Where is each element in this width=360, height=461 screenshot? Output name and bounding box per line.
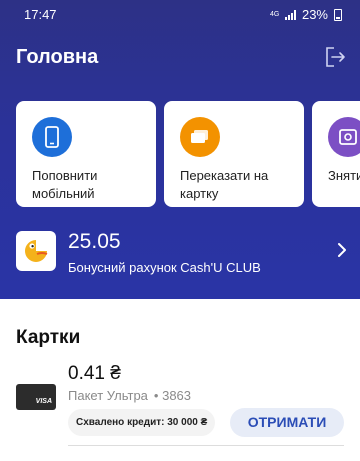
status-time: 17:47 [24,7,57,22]
cards-section-title: Картки [16,327,81,348]
credit-approved-badge: Схвалено кредит: 30 000 ₴ [68,409,216,436]
action-label: Переказати на картку [180,168,269,201]
action-card-transfer[interactable]: Переказати на картку [164,101,304,207]
bonus-account-row[interactable]: 25.05 Бонусний рахунок Cash'U CLUB [16,230,348,276]
action-topup-mobile[interactable]: Поповнити мобільний [16,101,156,207]
page-title: Головна [16,46,99,68]
network-type: 4G [269,11,280,18]
card-package-name: Пакет Ультра [68,388,148,403]
status-indicators: 4G 23% [270,7,342,22]
action-label: Поповнити мобільний [32,168,98,201]
card-transfer-icon [180,117,220,157]
divider [68,445,344,446]
quick-actions: Поповнити мобільний Переказати на картку… [16,101,360,207]
battery-level: 23% [301,7,328,22]
card-item[interactable]: VISA 0.41 ₴ Пакет Ультра • 3863 Схвалено … [16,362,346,452]
card-thumbnail[interactable]: VISA [16,384,56,410]
cashu-logo-icon [16,231,56,271]
card-number: • 3863 [153,388,192,403]
bonus-label: Бонусний рахунок Cash'U CLUB [68,260,261,275]
action-label: Зняти [328,168,360,183]
card-balance: 0.41 ₴ [68,363,121,384]
battery-icon [334,8,342,21]
status-bar: 17:47 4G 23% [0,0,360,28]
action-withdraw[interactable]: Зняти [312,101,360,207]
card-name: Пакет Ультра • 3863 [68,388,194,403]
logout-icon[interactable] [322,44,348,70]
phone-icon [32,117,72,157]
safe-icon [328,117,360,157]
chevron-right-icon [336,242,348,258]
visa-logo: VISA [35,398,52,405]
get-credit-button[interactable]: ОТРИМАТИ [230,408,344,437]
signal-icon [284,9,296,20]
bonus-amount: 25.05 [68,230,121,253]
